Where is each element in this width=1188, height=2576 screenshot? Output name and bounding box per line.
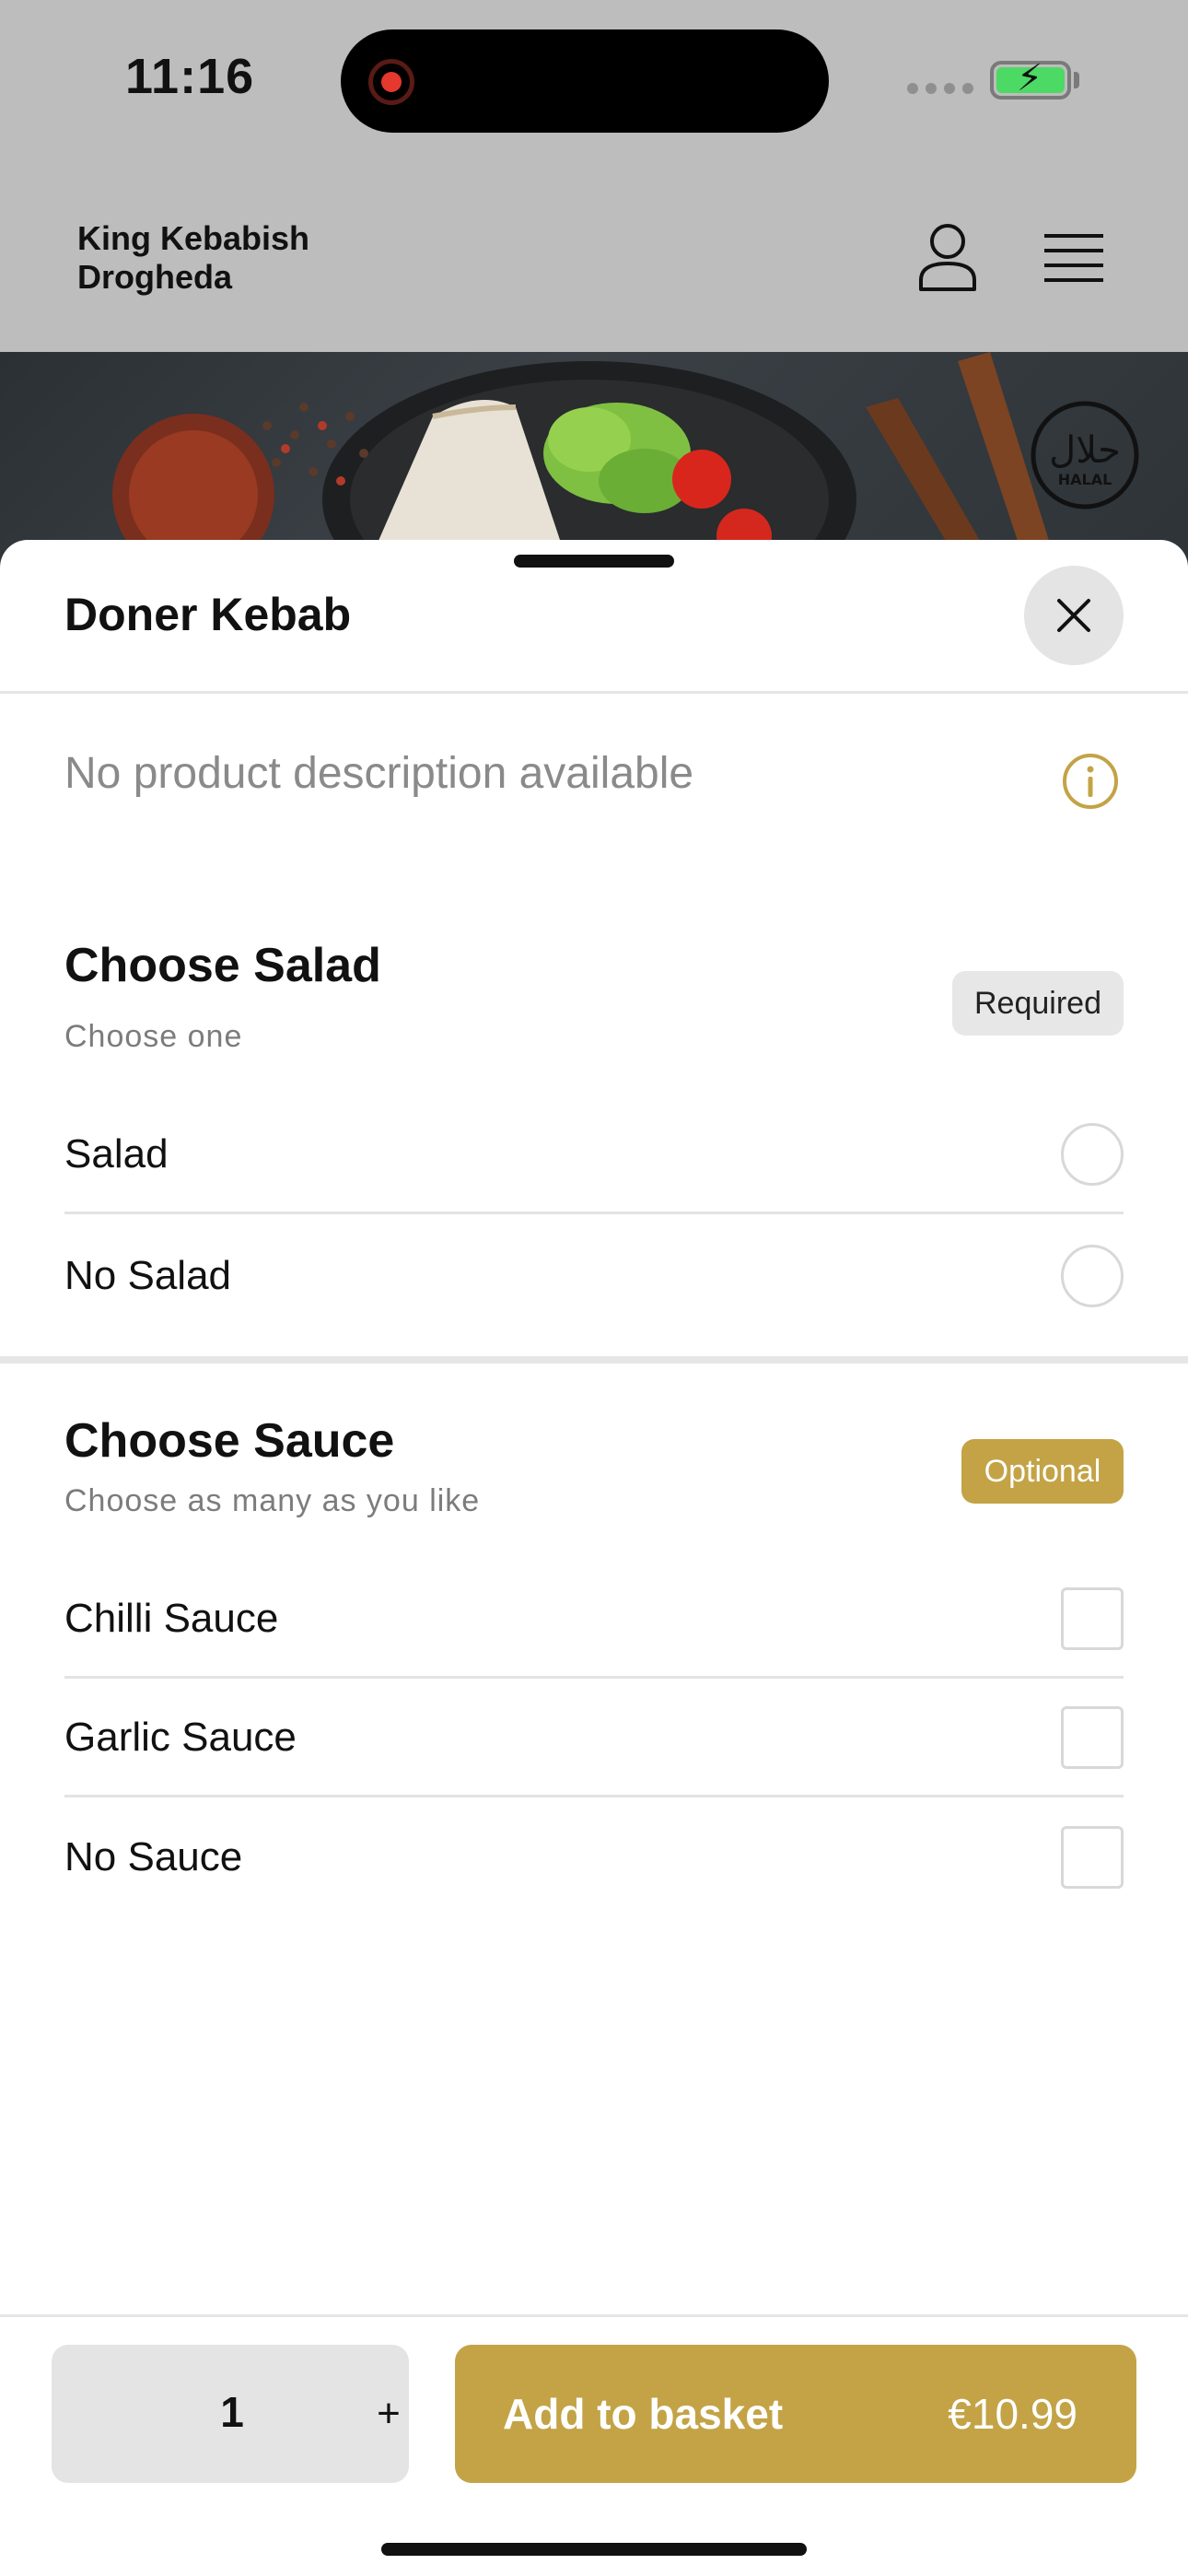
status-bar: 11:16 ⚡ (0, 0, 1188, 166)
radio-button[interactable] (1061, 1122, 1124, 1186)
recording-icon (368, 59, 414, 105)
quantity-stepper: 1 + (52, 2345, 409, 2483)
option-label: No Salad (64, 1253, 232, 1298)
restaurant-name[interactable]: King Kebabish Drogheda (77, 219, 390, 297)
info-icon[interactable] (1061, 752, 1120, 811)
restaurant-name-line1: King Kebabish (77, 219, 310, 257)
basket-action-bar: 1 + Add to basket €10.99 (0, 2314, 1188, 2576)
close-icon (1057, 599, 1090, 632)
no-sauce-option[interactable]: No Sauce (64, 1798, 1124, 1916)
increment-button[interactable]: + (361, 2382, 416, 2446)
option-label: Salad (64, 1130, 169, 1177)
salad-group-subtitle: Choose one (64, 1019, 243, 1054)
section-divider (0, 1356, 1188, 1364)
quantity-value: 1 (220, 2388, 244, 2436)
checkbox[interactable] (1061, 1705, 1124, 1769)
sauce-group-subtitle: Choose as many as you like (64, 1483, 481, 1518)
site-header: King Kebabish Drogheda (0, 166, 1188, 352)
menu-icon[interactable] (1044, 232, 1103, 284)
background-page: 11:16 ⚡ King Kebabish Drogheda حلال HALA… (0, 0, 1188, 591)
halal-logo-text: HALAL (1058, 471, 1112, 488)
cellular-signal-icon (907, 83, 973, 94)
restaurant-name-line2: Drogheda (77, 258, 233, 296)
add-to-basket-button[interactable]: Add to basket €10.99 (455, 2345, 1136, 2483)
svg-text:حلال: حلال (1049, 429, 1121, 472)
option-label: Garlic Sauce (64, 1714, 297, 1760)
header-divider (0, 691, 1188, 694)
sauce-group-title: Choose Sauce (64, 1414, 395, 1468)
status-time: 11:16 (125, 49, 255, 104)
garlic-sauce-option[interactable]: Garlic Sauce (64, 1680, 1124, 1797)
no-salad-option[interactable]: No Salad (64, 1217, 1124, 1335)
product-options-sheet: Doner Kebab No product description avail… (0, 540, 1188, 2576)
radio-button[interactable] (1061, 1245, 1124, 1307)
salad-group-title: Choose Salad (64, 939, 381, 992)
user-icon[interactable] (917, 223, 978, 291)
checkbox[interactable] (1061, 1826, 1124, 1889)
optional-badge: Optional (961, 1439, 1124, 1504)
option-label: Chilli Sauce (64, 1595, 279, 1641)
price-label: €10.99 (948, 2390, 1077, 2438)
product-description: No product description available (64, 749, 694, 798)
option-label: No Sauce (64, 1834, 243, 1879)
checkbox[interactable] (1061, 1587, 1124, 1650)
add-to-basket-label: Add to basket (503, 2390, 784, 2438)
required-badge: Required (952, 971, 1124, 1036)
sheet-grabber[interactable] (514, 555, 674, 568)
product-title: Doner Kebab (64, 589, 352, 640)
salad-option[interactable]: Salad (64, 1096, 1124, 1214)
dynamic-island (341, 29, 829, 133)
battery-charging-icon: ⚡ (990, 60, 1071, 100)
battery-tip (1074, 72, 1079, 88)
home-indicator[interactable] (381, 2543, 807, 2556)
close-button[interactable] (1024, 566, 1124, 665)
chilli-sauce-option[interactable]: Chilli Sauce (64, 1561, 1124, 1679)
